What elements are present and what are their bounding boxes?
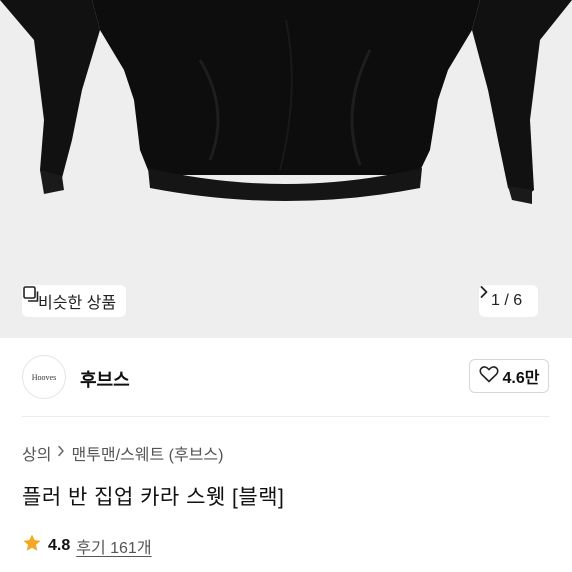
image-counter: 1 / 6 — [491, 292, 523, 309]
rating-row: 4.8 후기 161개 — [22, 533, 152, 558]
chevron-right-icon — [57, 444, 65, 462]
star-icon — [22, 533, 42, 558]
divider — [22, 416, 550, 417]
review-count-link[interactable]: 후기 161개 — [76, 534, 151, 558]
brand-name[interactable]: 후브스 — [80, 366, 130, 392]
brand-logo-text: Hooves — [31, 372, 57, 382]
brand-row: Hooves 후브스 4.6만 — [0, 338, 572, 418]
heart-outline-icon — [479, 365, 499, 388]
similar-products-label: 비슷한 상품 — [38, 295, 117, 312]
breadcrumb: 상의 맨투맨/스웨트 (후브스) — [22, 441, 223, 465]
product-image-carousel[interactable]: 비슷한 상품 1 / 6 — [0, 0, 572, 338]
rating-value: 4.8 — [48, 536, 71, 554]
like-count: 4.6만 — [502, 370, 540, 387]
breadcrumb-item-category[interactable]: 맨투맨/스웨트 (후브스) — [71, 441, 223, 465]
similar-products-button[interactable]: 비슷한 상품 — [22, 285, 127, 317]
image-counter-button[interactable]: 1 / 6 — [479, 285, 539, 317]
product-title: 플러 반 집업 카라 스웻 [블랙] — [22, 486, 285, 509]
brand-logo[interactable]: Hooves — [22, 355, 66, 399]
breadcrumb-item-top[interactable]: 상의 — [22, 441, 51, 465]
like-button[interactable]: 4.6만 — [469, 359, 549, 393]
